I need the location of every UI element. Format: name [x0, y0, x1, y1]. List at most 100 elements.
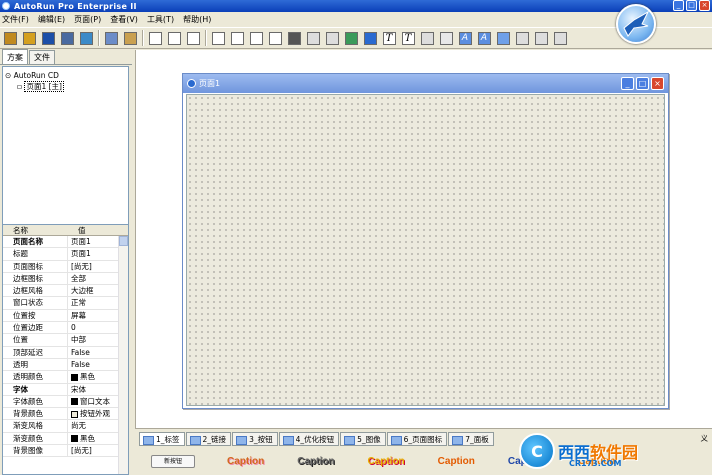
a-button[interactable]: A — [456, 29, 474, 47]
caption-sample-3[interactable]: Caption — [367, 456, 404, 467]
frame2-icon — [249, 31, 263, 45]
wand-button[interactable] — [1, 29, 19, 47]
palette-tab[interactable]: 7_面板 — [448, 432, 494, 446]
property-row[interactable]: 页面图标 [尚无] — [3, 260, 128, 273]
property-name: 边框风格 — [3, 285, 68, 297]
designer-maximize-button[interactable]: □ — [636, 77, 649, 90]
property-row[interactable]: 顶部延迟 False — [3, 346, 128, 359]
toolbar: TT AA — [0, 27, 712, 49]
property-value-text: [尚无] — [71, 446, 92, 456]
text2-button[interactable]: T — [399, 29, 417, 47]
grid-button[interactable] — [285, 29, 303, 47]
tree-root-label: AutoRun CD — [13, 71, 59, 80]
button-button[interactable] — [304, 29, 322, 47]
pointer-button[interactable] — [209, 29, 227, 47]
tree-item-page1[interactable]: ▫ 页面1 [主] — [5, 81, 126, 92]
bird-logo-icon — [616, 4, 656, 44]
box2-button[interactable] — [513, 29, 531, 47]
property-name: 位置按 — [3, 309, 68, 322]
menu-help[interactable]: 帮助(H) — [183, 14, 211, 25]
frame-button[interactable] — [228, 29, 246, 47]
misc-button[interactable] — [532, 29, 550, 47]
bar-button[interactable] — [437, 29, 455, 47]
property-row[interactable]: 渐变颜色 黑色 — [3, 432, 128, 446]
palette-tab[interactable]: 1_标签 — [139, 432, 185, 446]
designer-close-button[interactable]: × — [651, 77, 664, 90]
app-icon — [2, 2, 10, 10]
page-button[interactable] — [146, 29, 164, 47]
property-row[interactable]: 标题 页面1 — [3, 248, 128, 261]
text-button[interactable]: T — [380, 29, 398, 47]
designer-minimize-button[interactable]: _ — [621, 77, 634, 90]
property-row[interactable]: 背景图像 [尚无] — [3, 445, 128, 458]
palette-tab[interactable]: 4_优化按钮 — [278, 432, 340, 446]
checkbox-button[interactable] — [323, 29, 341, 47]
paste-button[interactable] — [121, 29, 139, 47]
property-row[interactable]: 位置边距 0 — [3, 322, 128, 335]
property-row[interactable]: 边框风格 大边框 — [3, 285, 128, 298]
tab-files[interactable]: 文件 — [29, 50, 55, 64]
caption-sample-2[interactable]: Caption — [297, 456, 334, 467]
palette-tab[interactable]: 6_页面图标 — [386, 432, 448, 446]
tab-scheme[interactable]: 方案 — [2, 49, 28, 64]
menu-file[interactable]: 文件(F) — [2, 14, 29, 25]
checkbox-icon — [325, 31, 339, 45]
property-row[interactable]: 背景颜色 按钮外观 — [3, 408, 128, 421]
property-name: 渐变颜色 — [3, 432, 68, 445]
designer-title-bar: 页面1 — [183, 74, 668, 93]
palette-tab[interactable]: 3_按钮 — [232, 432, 278, 446]
page-plus-button[interactable] — [184, 29, 202, 47]
property-row[interactable]: 位置 中部 — [3, 334, 128, 347]
image-icon — [344, 31, 358, 45]
property-row[interactable]: 字体 宋体 — [3, 383, 128, 396]
property-row[interactable]: 字体颜色 窗口文本 — [3, 395, 128, 409]
close-button[interactable]: × — [699, 0, 710, 11]
button-icon — [306, 31, 320, 45]
design-grid-canvas[interactable] — [186, 94, 665, 406]
property-row[interactable]: 边框图标 全部 — [3, 272, 128, 286]
property-row[interactable]: 页面名称 页面1 — [3, 236, 128, 249]
tab-scheme-label: 方案 — [7, 52, 23, 62]
tree-root[interactable]: ⊙ AutoRun CD — [5, 70, 126, 81]
page-copy-button[interactable] — [165, 29, 183, 47]
menu-view[interactable]: 查看(V) — [110, 14, 138, 25]
maximize-button[interactable]: □ — [686, 0, 697, 11]
property-row[interactable]: 渐变风格 尚无 — [3, 420, 128, 433]
palette-tab[interactable]: 2_链接 — [185, 432, 232, 446]
new-button-sample[interactable]: 新按钮 — [151, 454, 195, 468]
globe-button[interactable] — [77, 29, 95, 47]
menu-tools[interactable]: 工具(T) — [147, 14, 174, 25]
a2-button[interactable]: A — [475, 29, 493, 47]
frame3-button[interactable] — [266, 29, 284, 47]
flat-button-button[interactable] — [361, 29, 379, 47]
image-button[interactable] — [342, 29, 360, 47]
box-button[interactable] — [494, 29, 512, 47]
misc2-button[interactable] — [551, 29, 569, 47]
property-scrollbar[interactable] — [118, 236, 128, 474]
page-icon — [148, 31, 162, 45]
save-button[interactable] — [39, 29, 57, 47]
search-button[interactable] — [58, 29, 76, 47]
edit-button[interactable] — [418, 29, 436, 47]
open-button[interactable] — [20, 29, 38, 47]
property-row[interactable]: 透明颜色 黑色 — [3, 371, 128, 384]
color-swatch-icon — [71, 435, 78, 443]
caption-sample-4[interactable]: Caption — [438, 456, 475, 467]
property-value-text: False — [71, 359, 90, 369]
frame2-button[interactable] — [247, 29, 265, 47]
scroll-up-button[interactable] — [119, 236, 128, 246]
property-row[interactable]: 位置按 屏幕 — [3, 309, 128, 323]
property-row[interactable]: 透明 False — [3, 358, 128, 372]
menu-edit[interactable]: 编辑(E) — [38, 14, 65, 25]
palette-tab[interactable]: 5_图像 — [340, 432, 386, 446]
minimize-button[interactable]: _ — [673, 0, 684, 11]
page-designer-window: 页面1 _ □ × — [182, 73, 669, 409]
frame-icon — [230, 31, 244, 45]
watermark-url: CR173.COM — [569, 459, 622, 468]
caption-sample-1[interactable]: Caption — [227, 456, 264, 467]
menu-page[interactable]: 页面(P) — [74, 14, 101, 25]
property-row[interactable]: 窗口状态 正常 — [3, 297, 128, 310]
copy-button[interactable] — [102, 29, 120, 47]
a2-icon: A — [477, 31, 491, 45]
property-name: 渐变风格 — [3, 420, 68, 432]
